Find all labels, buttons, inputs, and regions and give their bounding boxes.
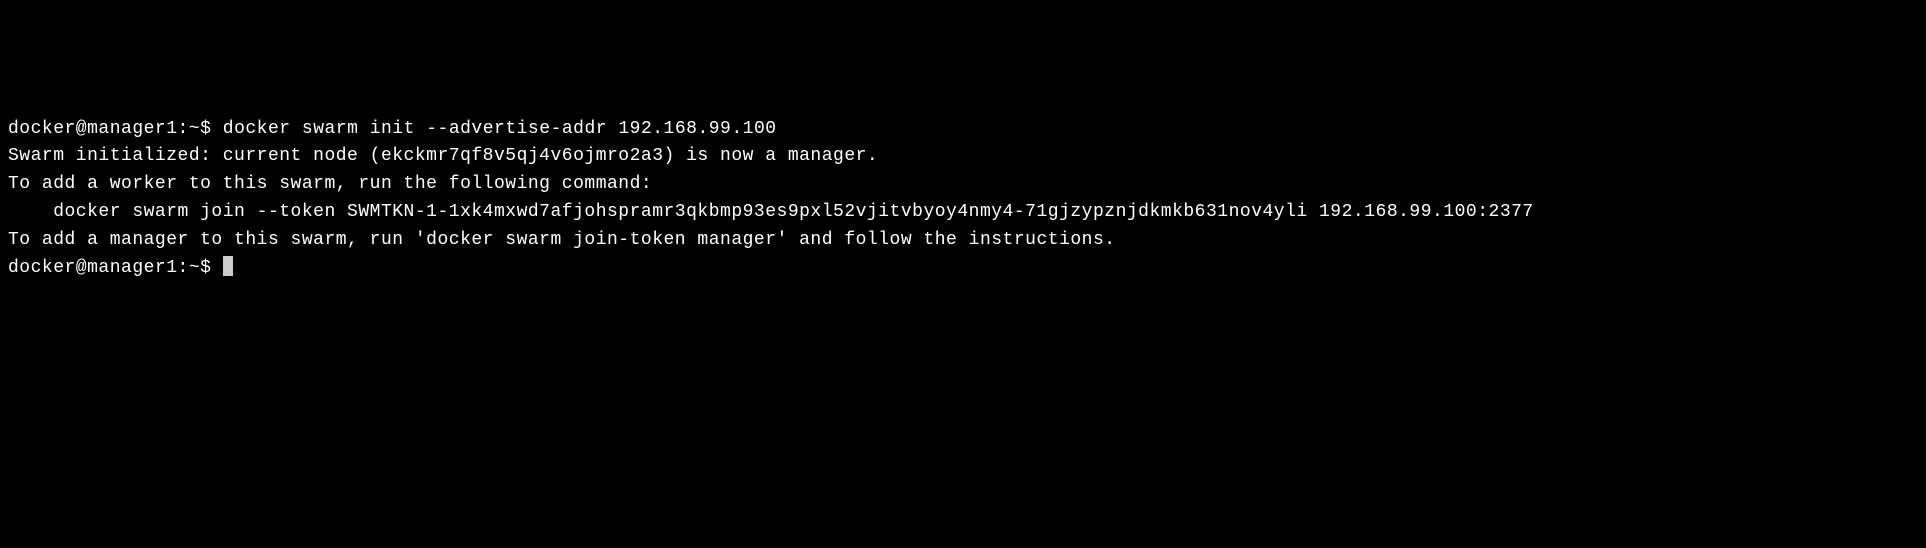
command-text: docker swarm init --advertise-addr 192.1… (223, 119, 777, 139)
prompt-path: ~ (189, 258, 200, 278)
prompt-user-host: docker@manager1 (8, 258, 178, 278)
command-line-2: docker@manager1:~$ (8, 255, 1918, 283)
output-join-command: docker swarm join --token SWMTKN-1-1xk4m… (8, 199, 1918, 227)
terminal-output[interactable]: docker@manager1:~$ docker swarm init --a… (8, 116, 1918, 283)
output-swarm-initialized: Swarm initialized: current node (ekckmr7… (8, 143, 1918, 171)
output-add-worker-instruction: To add a worker to this swarm, run the f… (8, 171, 1918, 199)
prompt-path: ~ (189, 119, 200, 139)
prompt-symbol: $ (200, 119, 211, 139)
command-line-1: docker@manager1:~$ docker swarm init --a… (8, 116, 1918, 144)
cursor-icon (223, 256, 233, 276)
output-add-manager-instruction: To add a manager to this swarm, run 'doc… (8, 227, 1918, 255)
prompt-user-host: docker@manager1 (8, 119, 178, 139)
prompt-symbol: $ (200, 258, 211, 278)
